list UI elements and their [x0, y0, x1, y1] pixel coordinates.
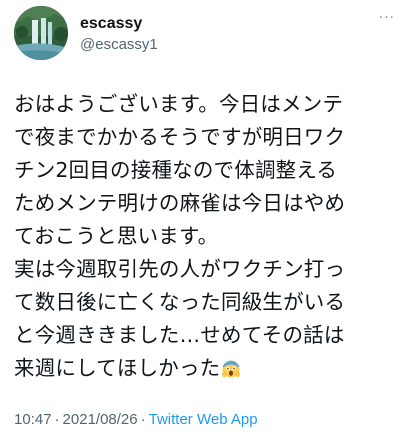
display-name[interactable]: escassy: [80, 15, 158, 33]
tweet-date[interactable]: 2021/08/26: [63, 411, 138, 428]
face-screaming-in-fear-icon: [222, 360, 241, 378]
more-options-icon[interactable]: ···: [379, 11, 395, 25]
tweet-text-line: 来週にしてほしかった: [14, 356, 221, 380]
tweet-text-line: 実は今週取引先の人がワクチン打っ: [14, 257, 346, 281]
meta-separator: ·: [54, 411, 60, 428]
tweet-text: おはようございます。今日はメンテ で夜までかかるそうですが明日ワク チン2回目の…: [14, 88, 406, 385]
tweet-text-line: ておこうと思います。: [14, 224, 219, 248]
meta-separator: ·: [140, 411, 146, 428]
tweet-text-line-last: 来週にしてほしかった: [14, 352, 406, 385]
tweet-header: escassy @escassy1 ···: [14, 6, 399, 62]
tweet: escassy @escassy1 ··· おはようございます。今日はメンテ で…: [0, 0, 413, 442]
user-handle[interactable]: @escassy1: [80, 36, 158, 54]
tweet-source-link[interactable]: Twitter Web App: [149, 411, 258, 428]
tweet-meta: 10:47 · 2021/08/26 · Twitter Web App: [14, 411, 258, 429]
tweet-text-line: て数日後に亡くなった同級生がいる: [14, 290, 346, 314]
tweet-text-line: チン2回目の接種なので体調整える: [14, 158, 338, 182]
tweet-text-line: と今週ききました…せめてその話は: [14, 323, 345, 347]
waterfall-avatar-image: [14, 6, 68, 60]
tweet-text-line: で夜までかかるそうですが明日ワク: [14, 125, 346, 149]
tweet-time[interactable]: 10:47: [14, 411, 52, 428]
user-names: escassy @escassy1: [80, 15, 158, 54]
avatar[interactable]: [14, 6, 68, 60]
tweet-text-line: ためメンテ明けの麻雀は今日はやめ: [14, 191, 346, 215]
tweet-text-line: おはようございます。今日はメンテ: [14, 92, 344, 116]
